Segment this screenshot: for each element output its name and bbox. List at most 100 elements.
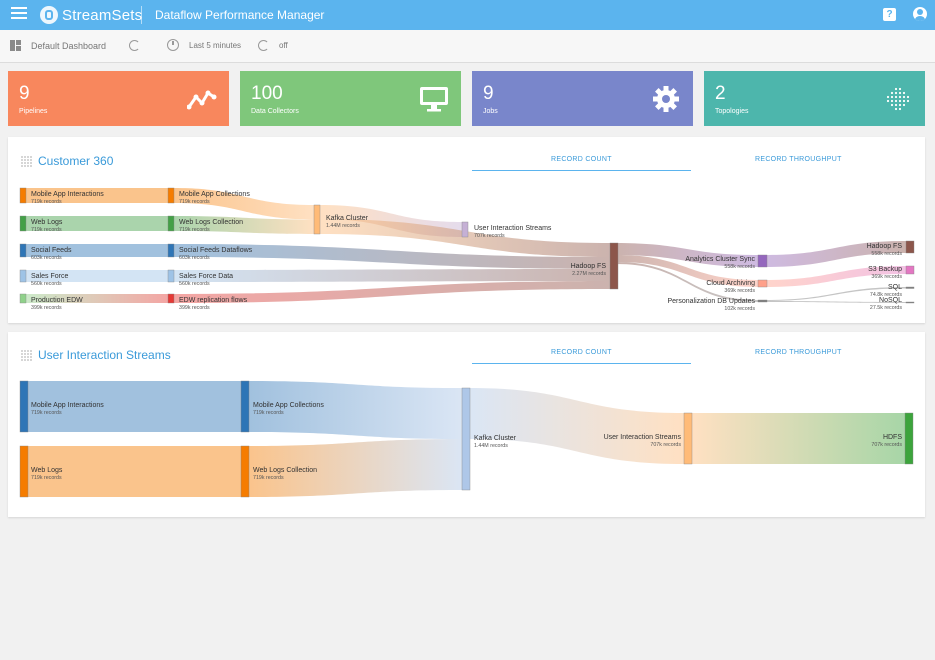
node-label: Kafka Cluster [326,215,369,222]
flow-node [19,293,27,304]
node-label: Hadoop FS [867,243,903,250]
node-sub-label: 707k records [474,233,505,239]
app-title: Dataflow Performance Manager [155,8,325,22]
node-label: Kafka Cluster [474,435,517,442]
node-sub-label: 560k records [179,281,210,287]
menu-icon[interactable] [11,7,27,21]
tile-value: 2 [715,83,726,104]
node-label: EDW replication flows [179,297,248,304]
node-sub-label: 719k records [253,410,284,416]
dashboard-icon[interactable] [10,40,21,51]
auto-refresh-icon[interactable] [258,40,269,51]
flow-node [461,221,469,238]
customer-360-sankey: Mobile App Interactions719k recordsWeb L… [19,187,915,312]
customer-360-card: Customer 360 RECORD COUNT RECORD THROUGH… [8,137,925,323]
flow-node [757,279,768,288]
tile-label: Pipelines [19,108,48,115]
node-label: Web Logs [31,467,63,474]
node-label: Production EDW [31,297,83,304]
node-sub-label: 558k records [871,251,902,257]
node-label: Mobile App Interactions [31,191,104,198]
node-label: NoSQL [879,297,902,304]
node-sub-label: 399k records [31,305,62,311]
node-label: Mobile App Interactions [31,402,104,409]
node-sub-label: 369k records [724,288,755,294]
flow-node [683,412,693,465]
flow-node [167,215,175,232]
node-sub-label: 558k records [724,264,755,270]
flow-node [240,445,250,498]
flow-node [609,242,619,290]
auto-refresh-value[interactable]: off [279,41,288,50]
monitor-icon [420,87,448,112]
flow-node [757,299,768,303]
node-label: Mobile App Collections [253,402,324,409]
flow-link [692,413,905,464]
jobs-tile[interactable]: 9 Jobs [472,71,693,126]
tile-value: 9 [483,83,494,104]
flow-node [19,269,27,283]
dashboard-toolbar: Default Dashboard Last 5 minutes off [0,30,935,63]
node-sub-label: 719k records [179,199,210,205]
time-range-selector[interactable]: Last 5 minutes [189,41,241,50]
flow-node [461,387,471,491]
flow-node [19,445,29,498]
node-label: Web Logs [31,219,63,226]
node-label: Personalization DB Updates [667,298,755,305]
node-label: Analytics Cluster Sync [685,256,755,263]
help-icon[interactable]: ? [883,8,896,21]
topologies-tile[interactable]: 2 Topologies [704,71,925,126]
flow-node [167,187,175,204]
node-sub-label: 707k records [650,442,681,448]
dashboard-selector[interactable]: Default Dashboard [31,41,106,51]
node-sub-label: 560k records [31,281,62,287]
node-sub-label: 603k records [31,255,62,261]
node-label: Cloud Archiving [706,280,755,287]
node-sub-label: 603k records [179,255,210,261]
node-label: Sales Force Data [179,273,233,280]
node-sub-label: 2.27M records [572,271,606,277]
flow-link [174,269,610,282]
node-label: Mobile App Collections [179,191,250,198]
node-label: Social Feeds [31,247,72,254]
tile-label: Topologies [715,108,749,115]
flow-node [905,286,915,289]
flow-node [167,293,175,304]
node-sub-label: 719k records [31,410,62,416]
tile-label: Data Collectors [251,108,299,115]
node-sub-label: 719k records [253,475,284,481]
refresh-icon[interactable] [129,40,140,51]
node-sub-label: 707k records [871,442,902,448]
flow-node [167,269,175,283]
node-sub-label: 719k records [31,227,62,233]
dots-grid-icon [886,87,910,111]
flow-node [905,240,915,254]
tile-value: 9 [19,83,30,104]
tile-label: Jobs [483,108,498,115]
brand-logo[interactable]: StreamSets [40,5,142,25]
node-sub-label: 1.44M records [326,223,360,229]
node-label: Hadoop FS [571,263,607,270]
flow-node [240,380,250,433]
flow-link [470,388,684,464]
node-label: User Interaction Streams [604,434,682,441]
node-sub-label: 719k records [179,227,210,233]
node-sub-label: 369k records [871,274,902,280]
pipelines-tile[interactable]: 9 Pipelines [8,71,229,126]
clock-icon [167,39,179,51]
line-chart-icon [187,90,217,110]
user-account-icon[interactable] [913,7,927,21]
flow-node [313,204,321,235]
node-sub-label: 1.44M records [474,443,508,449]
user-interaction-streams-card: User Interaction Streams RECORD COUNT RE… [8,332,925,517]
flow-node [905,301,915,304]
node-sub-label: 399k records [179,305,210,311]
data-collectors-tile[interactable]: 100 Data Collectors [240,71,461,126]
node-label: Web Logs Collection [179,219,243,226]
flow-node [167,243,175,258]
node-sub-label: 102k records [724,306,755,312]
node-label: S3 Backup [868,266,902,273]
top-bar: StreamSets Dataflow Performance Manager … [0,0,935,30]
user-interaction-streams-sankey: Mobile App Interactions719k recordsWeb L… [19,380,914,498]
brand-name: StreamSets [62,6,143,24]
